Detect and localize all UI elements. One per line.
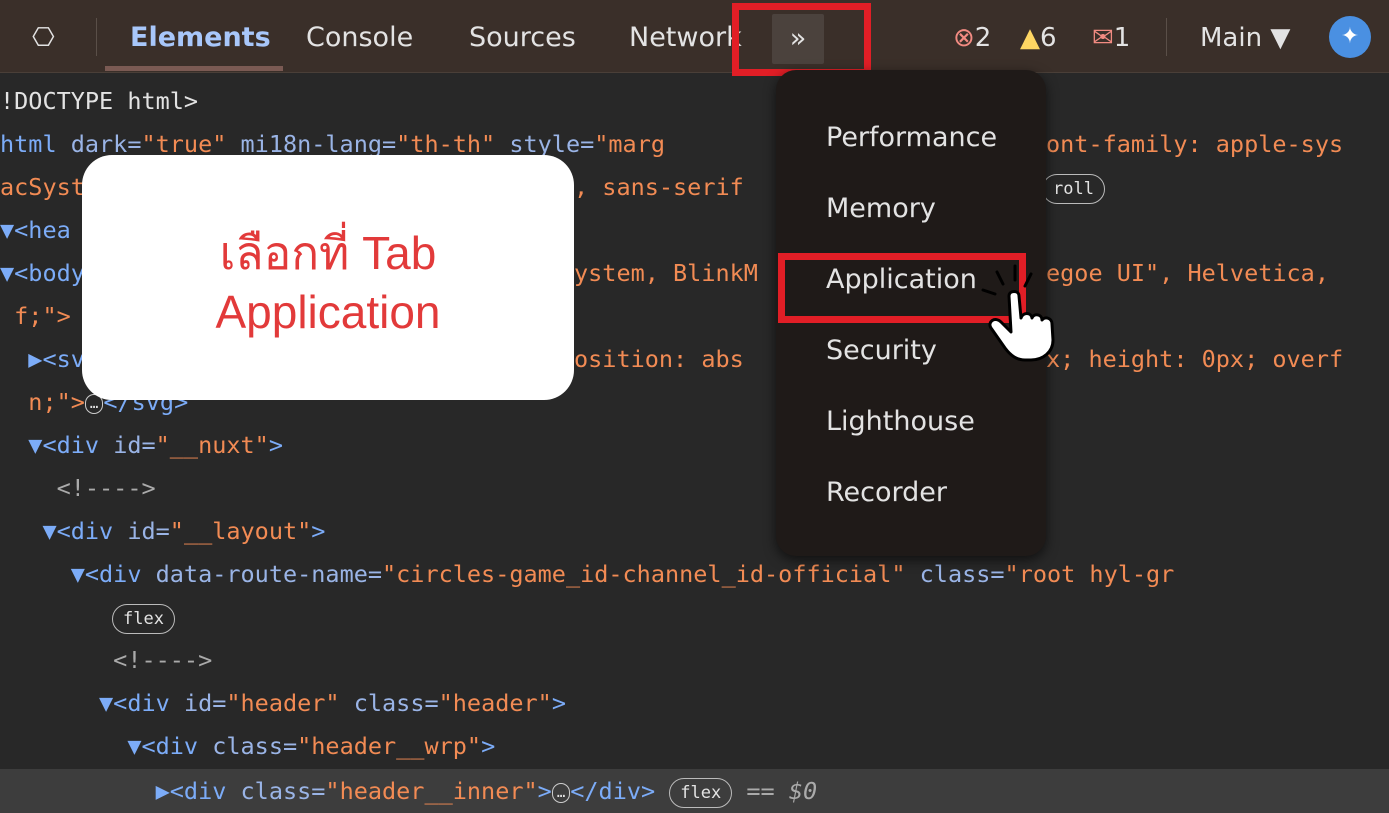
toolbar-separator [96, 18, 97, 56]
svg-line-tail: x; height: 0px; overf [1046, 345, 1344, 373]
scroll-badge[interactable]: roll [1042, 165, 1105, 209]
highlight-more-tabs [732, 3, 871, 76]
callout-line-1: เลือกที่ Tab [219, 227, 437, 279]
tab-sources[interactable]: Sources [469, 0, 576, 72]
route-line[interactable]: ▼<div data-route-name="circles-game_id-c… [0, 552, 1175, 596]
issue-counter[interactable]: ✉1 [1092, 0, 1130, 72]
svg-line-mid: osition: abs [574, 345, 744, 373]
warning-counter[interactable]: ▲6 [1020, 0, 1057, 72]
toolbar-separator [1166, 18, 1167, 56]
header-inner-line[interactable]: ▶<div class="header__inner">… </div> flex… [0, 769, 817, 813]
body-line-tail: egoe UI", Helvetica, [1046, 259, 1329, 287]
warning-icon: ▲ [1020, 23, 1040, 53]
body-line[interactable]: ▼<body [0, 251, 85, 295]
svg-line[interactable]: ▶<sv [0, 337, 85, 381]
device-toggle-icon[interactable]: ⎔ [32, 0, 55, 72]
comment-line[interactable]: <!----> [0, 466, 156, 510]
menu-item-lighthouse[interactable]: Lighthouse [826, 402, 975, 442]
instruction-callout: เลือกที่ Tab Application [82, 155, 574, 400]
html-line-2: acSyst [0, 173, 85, 201]
ai-assistant-icon[interactable]: ✦ [1329, 16, 1371, 58]
tab-console[interactable]: Console [306, 0, 413, 72]
error-counter[interactable]: ⊗2 [953, 0, 991, 72]
hand-pointer-icon [981, 264, 1055, 362]
layout-line[interactable]: ▼<div id="__layout"> [0, 509, 325, 553]
nuxt-line[interactable]: ▼<div id="__nuxt"> [0, 423, 283, 467]
active-tab-indicator [105, 66, 283, 71]
menu-item-recorder[interactable]: Recorder [826, 473, 947, 513]
menu-item-performance[interactable]: Performance [826, 118, 997, 158]
context-selector[interactable]: Main ▼ [1200, 0, 1290, 72]
callout-line-2: Application [215, 286, 441, 338]
body-line-2: f;"> [0, 302, 71, 330]
doctype-line[interactable]: !DOCTYPE html> [0, 79, 198, 123]
flex-badge[interactable]: flex [112, 595, 175, 639]
html-line-2-mid: , sans-serif [574, 173, 744, 201]
comment-line[interactable]: <!----> [0, 638, 212, 682]
html-line-tail: ont-family: apple-sys [1046, 130, 1344, 158]
menu-item-memory[interactable]: Memory [826, 189, 936, 229]
issue-icon: ✉ [1092, 23, 1114, 53]
tab-elements[interactable]: Elements [130, 0, 271, 72]
devtools-toolbar: ⎔ Elements Console Sources Network » ⊗2 … [0, 0, 1389, 76]
body-line-mid: ystem, BlinkM [574, 259, 758, 287]
header-wrp-line[interactable]: ▼<div class="header__wrp"> [0, 724, 495, 768]
menu-item-security[interactable]: Security [826, 331, 937, 371]
error-icon: ⊗ [953, 23, 975, 53]
header-line[interactable]: ▼<div id="header" class="header"> [0, 681, 566, 725]
head-line[interactable]: ▼<hea [0, 208, 71, 252]
